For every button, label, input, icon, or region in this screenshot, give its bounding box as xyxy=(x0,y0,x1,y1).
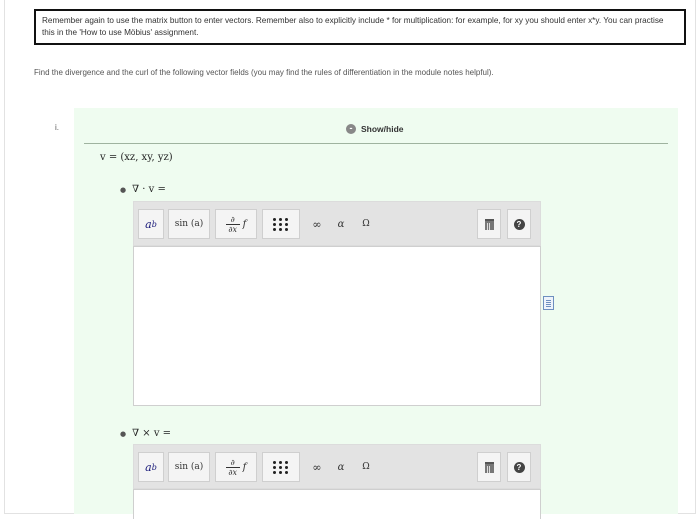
matrix-icon xyxy=(273,217,289,231)
trash-icon xyxy=(484,218,494,230)
derivative-button[interactable]: ∂ ∂x f xyxy=(215,209,257,239)
matrix-button[interactable] xyxy=(262,209,300,239)
help-icon: ? xyxy=(513,461,525,473)
infinity-button[interactable]: ∞ xyxy=(306,209,328,239)
sin-button[interactable]: sin (a) xyxy=(168,452,210,482)
curl-editor: ab sin (a) ∂ ∂x f ∞ α Ω ? xyxy=(133,444,541,519)
part-curl-label: ● ∇ × v = xyxy=(120,428,172,439)
show-hide-label[interactable]: Show/hide xyxy=(361,124,404,134)
alpha-button[interactable]: α xyxy=(332,209,350,239)
clear-button[interactable] xyxy=(477,209,501,239)
equation-toolbar: ab sin (a) ∂ ∂x f ∞ α Ω ? xyxy=(133,201,541,246)
matrix-button[interactable] xyxy=(262,452,300,482)
instruction-text: Find the divergence and the curl of the … xyxy=(34,68,494,77)
equation-toolbar: ab sin (a) ∂ ∂x f ∞ α Ω ? xyxy=(133,444,541,489)
answer-input[interactable] xyxy=(133,489,541,519)
matrix-icon xyxy=(273,460,289,474)
notice-box: Remember again to use the matrix button … xyxy=(34,9,686,45)
help-button[interactable]: ? xyxy=(507,452,531,482)
answer-input[interactable] xyxy=(133,246,541,406)
document-icon[interactable] xyxy=(543,296,554,310)
power-button[interactable]: ab xyxy=(138,209,164,239)
show-hide-toggle[interactable]: - Show/hide xyxy=(346,124,404,134)
question-number: i. xyxy=(55,123,59,132)
part-divergence-label: ● ∇ · v = xyxy=(120,184,166,195)
sin-button[interactable]: sin (a) xyxy=(168,209,210,239)
omega-button[interactable]: Ω xyxy=(356,452,376,482)
infinity-button[interactable]: ∞ xyxy=(306,452,328,482)
notice-text: Remember again to use the matrix button … xyxy=(42,16,664,37)
collapse-icon[interactable]: - xyxy=(346,124,356,134)
derivative-button[interactable]: ∂ ∂x f xyxy=(215,452,257,482)
vector-field: v = (xz, xy, yz) xyxy=(100,152,173,163)
trash-icon xyxy=(484,461,494,473)
clear-button[interactable] xyxy=(477,452,501,482)
help-button[interactable]: ? xyxy=(507,209,531,239)
alpha-button[interactable]: α xyxy=(332,452,350,482)
power-button[interactable]: ab xyxy=(138,452,164,482)
omega-button[interactable]: Ω xyxy=(356,209,376,239)
help-icon: ? xyxy=(513,218,525,230)
divider xyxy=(84,143,668,144)
divergence-editor: ab sin (a) ∂ ∂x f ∞ α Ω ? xyxy=(133,201,541,406)
